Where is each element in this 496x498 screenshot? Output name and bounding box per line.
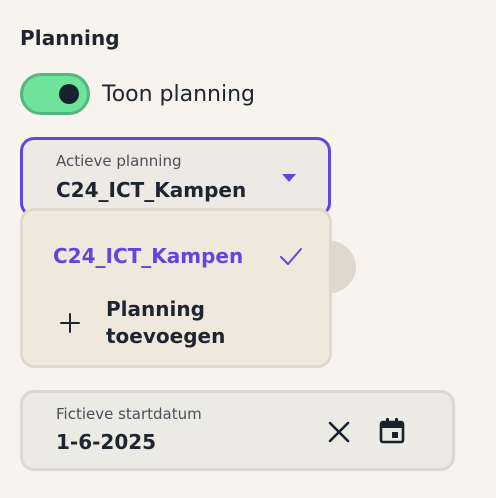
start-date-field[interactable]: Fictieve startdatum 1-6-2025: [20, 390, 455, 471]
close-icon[interactable]: [325, 418, 353, 446]
toggle-label[interactable]: Toon planning: [102, 82, 255, 107]
select-caption: Actieve planning: [56, 152, 182, 170]
chevron-down-icon[interactable]: [282, 174, 296, 182]
add-planning-label-line1: Planning: [106, 297, 205, 321]
active-planning-select[interactable]: Actieve planning C24_ICT_Kampen: [20, 137, 331, 217]
menu-item-label: C24_ICT_Kampen: [53, 244, 244, 268]
section-title: Planning: [20, 26, 120, 50]
date-value[interactable]: 1-6-2025: [56, 430, 156, 454]
select-value: C24_ICT_Kampen: [56, 178, 247, 202]
plus-icon: [60, 313, 80, 333]
calendar-icon[interactable]: [377, 415, 407, 445]
menu-item-c24-ict-kampen[interactable]: C24_ICT_Kampen: [53, 241, 303, 271]
date-caption: Fictieve startdatum: [56, 405, 202, 423]
add-planning-label: Planning toevoegen: [106, 296, 256, 350]
add-planning-label-line2: toevoegen: [106, 324, 226, 348]
planning-dropdown-menu: C24_ICT_Kampen Planning toevoegen: [20, 208, 332, 368]
toggle-row: Toon planning: [20, 73, 255, 115]
show-planning-toggle[interactable]: [20, 73, 90, 115]
add-planning-item[interactable]: Planning toevoegen: [53, 296, 313, 352]
toggle-knob[interactable]: [59, 84, 79, 104]
check-icon: [280, 248, 302, 265]
